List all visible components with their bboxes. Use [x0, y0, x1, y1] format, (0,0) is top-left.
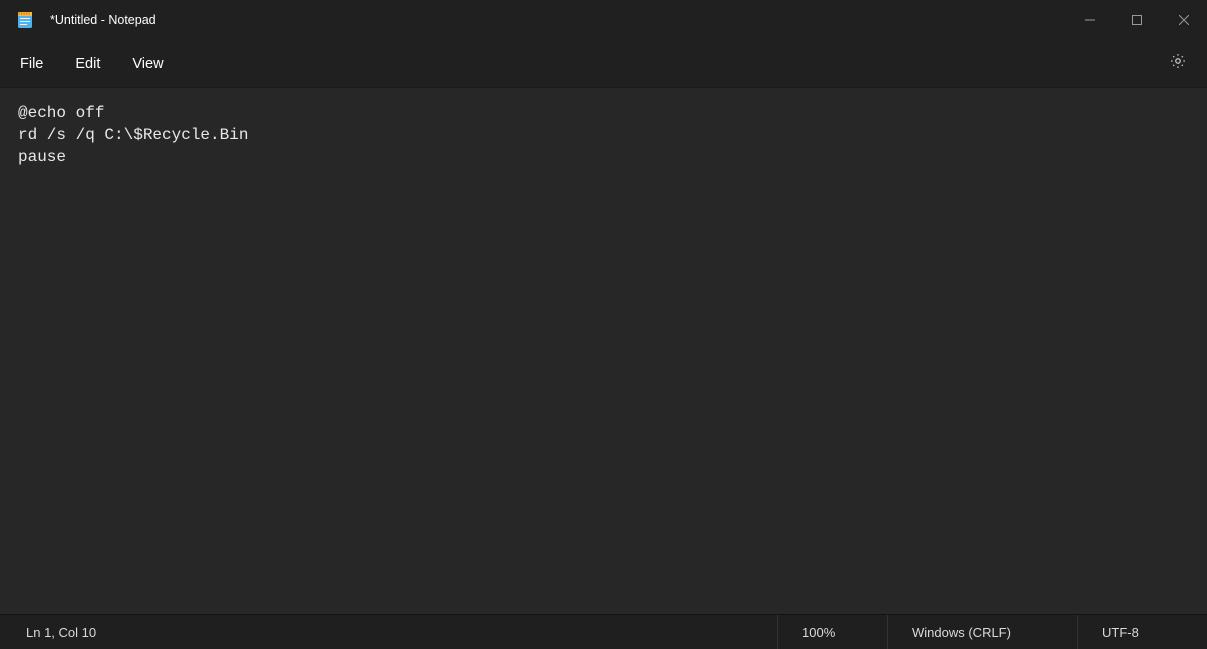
settings-button[interactable] — [1161, 47, 1195, 81]
status-cursor-position: Ln 1, Col 10 — [0, 625, 777, 640]
menu-file[interactable]: File — [6, 48, 57, 80]
titlebar: *Untitled - Notepad — [0, 0, 1207, 40]
text-editor[interactable]: @echo off rd /s /q C:\$Recycle.Bin pause — [18, 102, 1189, 600]
maximize-button[interactable] — [1113, 0, 1160, 39]
minimize-button[interactable] — [1066, 0, 1113, 39]
menu-view[interactable]: View — [118, 48, 177, 80]
statusbar: Ln 1, Col 10 100% Windows (CRLF) UTF-8 — [0, 614, 1207, 649]
menu-edit[interactable]: Edit — [61, 48, 114, 80]
editor-area[interactable]: @echo off rd /s /q C:\$Recycle.Bin pause — [0, 88, 1207, 614]
notepad-app-icon — [16, 11, 34, 29]
gear-icon — [1169, 52, 1187, 75]
status-zoom[interactable]: 100% — [777, 615, 887, 649]
window-controls — [1066, 0, 1207, 39]
status-encoding[interactable]: UTF-8 — [1077, 615, 1207, 649]
close-button[interactable] — [1160, 0, 1207, 39]
window-title: *Untitled - Notepad — [50, 13, 156, 27]
menubar: File Edit View — [0, 40, 1207, 88]
status-line-ending[interactable]: Windows (CRLF) — [887, 615, 1077, 649]
